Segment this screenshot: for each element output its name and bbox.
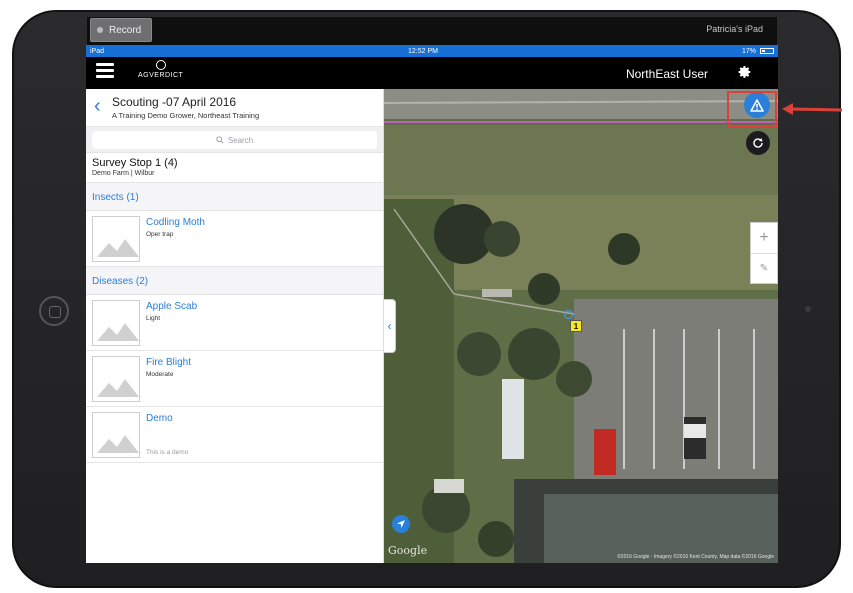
record-button[interactable]: Record <box>90 18 152 42</box>
image-placeholder-icon <box>92 412 140 458</box>
page-subtitle: A Training Demo Grower, Northeast Traini… <box>112 111 260 120</box>
map-attribution: ©2016 Google · Imagery ©2016 Kent County… <box>617 554 774 560</box>
survey-stop-title: Survey Stop 1 (4) <box>92 157 178 169</box>
nav-bar: AGVERDICT NorthEast User <box>86 57 778 89</box>
annotation-highlight-box <box>727 91 777 128</box>
status-bar: iPad 12:52 PM 17% <box>86 45 778 57</box>
gear-icon[interactable] <box>738 65 752 79</box>
google-logo: Google <box>388 544 428 557</box>
survey-stop-location: Demo Farm | Wilbur <box>92 170 155 177</box>
refresh-icon <box>753 138 763 148</box>
clock: 12:52 PM <box>408 47 438 55</box>
item-name: Fire Blight <box>146 357 192 368</box>
item-severity: Moderate <box>146 371 174 378</box>
refresh-button[interactable] <box>746 131 770 155</box>
record-label: Record <box>109 24 142 36</box>
item-severity: Light <box>146 315 161 322</box>
record-dot-icon <box>97 27 103 33</box>
search-icon <box>216 136 224 144</box>
navigation-arrow-icon <box>397 520 405 528</box>
map-tools: + ✎ <box>750 222 778 284</box>
item-name: Apple Scab <box>146 301 198 312</box>
add-plus-icon[interactable]: + <box>751 223 777 253</box>
list-item[interactable]: Codling Moth Oper trap <box>86 211 383 267</box>
item-note: This is a demo <box>146 449 189 456</box>
image-placeholder-icon <box>92 356 140 402</box>
page-title: Scouting -07 April 2016 <box>112 95 237 109</box>
device-name: Patricia's iPad <box>706 24 763 34</box>
search-placeholder: Search <box>227 135 254 145</box>
search-input[interactable]: Search <box>92 131 377 149</box>
image-placeholder-icon <box>92 300 140 346</box>
battery-icon <box>760 48 774 54</box>
survey-stop-header: Survey Stop 1 (4) Demo Farm | Wilbur <box>86 153 383 183</box>
battery-percent: 17% <box>741 47 756 55</box>
app-screen: iPad 12:52 PM 17% AGVERDICT NorthEast Us… <box>86 45 778 563</box>
location-pin-icon[interactable] <box>564 310 573 319</box>
hamburger-menu-icon[interactable] <box>96 63 114 79</box>
annotation-arrow-icon <box>782 103 843 115</box>
item-name: Demo <box>146 413 173 424</box>
list-item[interactable]: Demo This is a demo <box>86 407 383 463</box>
camera-icon <box>805 306 811 312</box>
user-name[interactable]: NorthEast User <box>626 67 708 81</box>
home-button[interactable] <box>39 296 69 326</box>
section-diseases: Diseases (2) <box>86 267 383 295</box>
carrier-label: iPad <box>90 47 105 55</box>
image-placeholder-icon <box>92 216 140 262</box>
section-insects: Insects (1) <box>86 183 383 211</box>
logo-mark-icon <box>155 60 166 70</box>
app-logo: AGVERDICT <box>138 60 183 79</box>
search-bar: Search <box>86 127 383 153</box>
panel-header: ‹ Scouting -07 April 2016 A Training Dem… <box>86 89 383 127</box>
status-right: 17% <box>742 48 774 55</box>
my-location-button[interactable] <box>392 515 410 533</box>
brand-text: AGVERDICT <box>138 72 184 79</box>
scouting-panel: ‹ Scouting -07 April 2016 A Training Dem… <box>86 89 384 563</box>
list-item[interactable]: Fire Blight Moderate <box>86 351 383 407</box>
collapse-panel-tab[interactable]: ‹ <box>384 299 396 353</box>
recording-bar <box>87 17 777 45</box>
edit-icon[interactable]: ✎ <box>751 253 777 283</box>
back-chevron-icon[interactable]: ‹ <box>94 96 101 116</box>
item-severity: Oper trap <box>146 231 174 238</box>
item-name: Codling Moth <box>146 217 205 228</box>
survey-stop-marker[interactable]: 1 <box>570 320 582 332</box>
satellite-map[interactable]: 1 + ✎ Google ©2016 Google · Imagery ©201… <box>384 89 778 563</box>
list-item[interactable]: Apple Scab Light <box>86 295 383 351</box>
